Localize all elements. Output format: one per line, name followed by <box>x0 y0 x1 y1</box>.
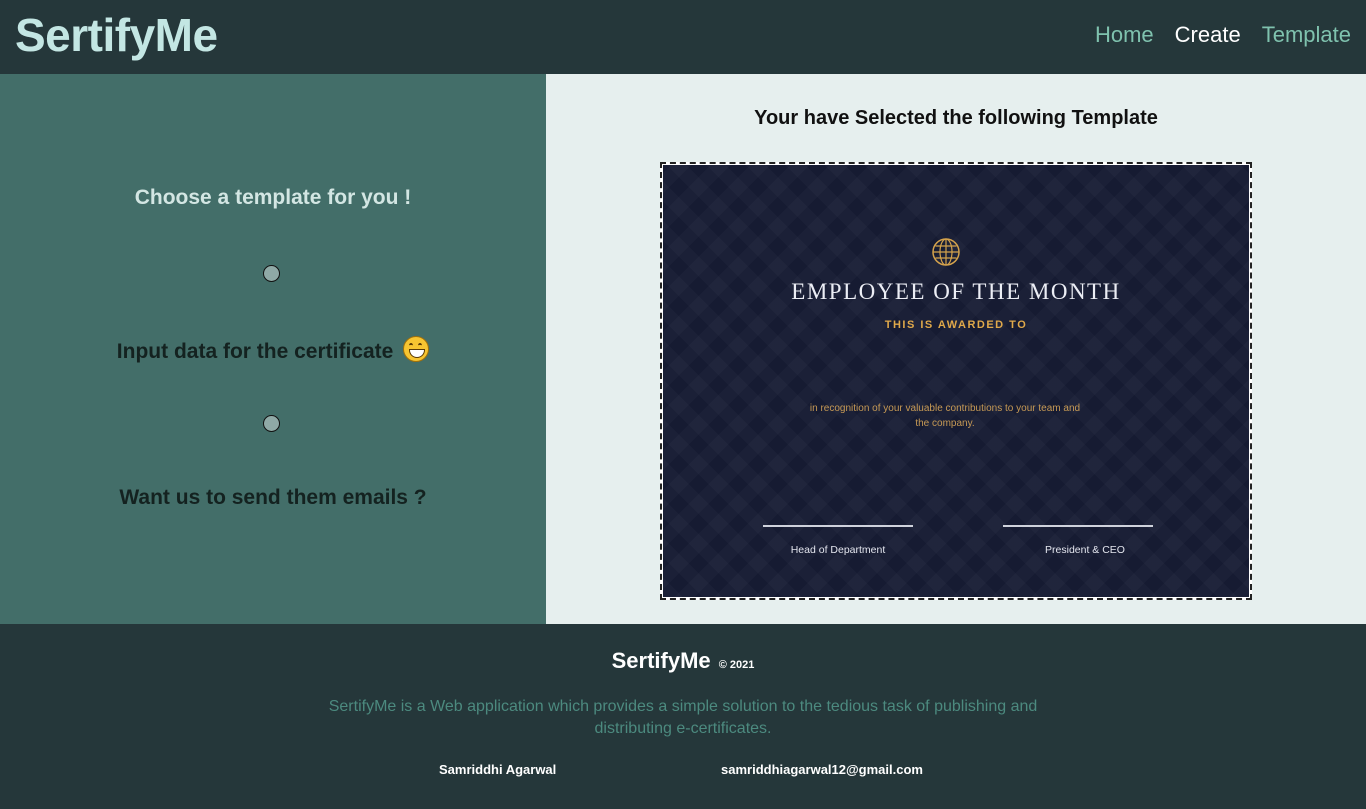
footer-description: SertifyMe is a Web application which pro… <box>328 698 1038 737</box>
certificate-subtitle: THIS IS AWARDED TO <box>884 319 1028 331</box>
signature-label-1: Head of Department <box>790 544 886 556</box>
grinning-face-icon <box>403 336 430 362</box>
certificate-template-image: EMPLOYEE OF THE MONTH THIS IS AWARDED TO… <box>663 165 1249 597</box>
step-input-data-label: Input data for the certificate <box>116 340 394 363</box>
template-preview-panel: Your have Selected the following Templat… <box>546 74 1366 624</box>
certificate-body: in recognition of your valuable contribu… <box>809 403 1081 429</box>
signature-line-1 <box>763 525 913 527</box>
footer-author: Samriddhi Agarwal <box>439 762 557 777</box>
nav-link-home[interactable]: Home <box>1095 22 1154 48</box>
signature-label-2: President & CEO <box>1045 544 1125 556</box>
nav-links: Home Create Template <box>1095 22 1351 48</box>
footer-email-link[interactable]: samriddhiagarwal12@gmail.com <box>721 762 923 777</box>
step-send-emails-label: Want us to send them emails ? <box>119 486 427 509</box>
selected-template-heading: Your have Selected the following Templat… <box>754 107 1158 129</box>
step-radio-1[interactable] <box>263 265 280 282</box>
brand-logo[interactable]: SertifyMe <box>15 8 218 62</box>
step-send-emails: Want us to send them emails ? <box>0 486 546 510</box>
step-input-data: Input data for the certificate <box>0 336 546 364</box>
certificate-title: EMPLOYEE OF THE MONTH <box>791 279 1121 304</box>
signature-line-2 <box>1003 525 1153 527</box>
selected-template-frame[interactable]: EMPLOYEE OF THE MONTH THIS IS AWARDED TO… <box>660 162 1252 600</box>
step-radio-2[interactable] <box>263 415 280 432</box>
footer-brand: SertifyMe © 2021 <box>0 648 1366 674</box>
footer-brand-name: SertifyMe <box>611 648 711 673</box>
steps-panel: Choose a template for you ! Input data f… <box>0 74 546 624</box>
globe-icon <box>932 238 960 266</box>
nav-link-template[interactable]: Template <box>1262 22 1351 48</box>
navbar: SertifyMe Home Create Template <box>0 0 1366 74</box>
footer: SertifyMe © 2021 SertifyMe is a Web appl… <box>0 624 1366 809</box>
step-choose-template: Choose a template for you ! <box>0 186 546 210</box>
step-choose-template-label: Choose a template for you ! <box>134 186 412 209</box>
nav-link-create[interactable]: Create <box>1175 22 1241 48</box>
footer-copyright: © 2021 <box>718 659 755 671</box>
